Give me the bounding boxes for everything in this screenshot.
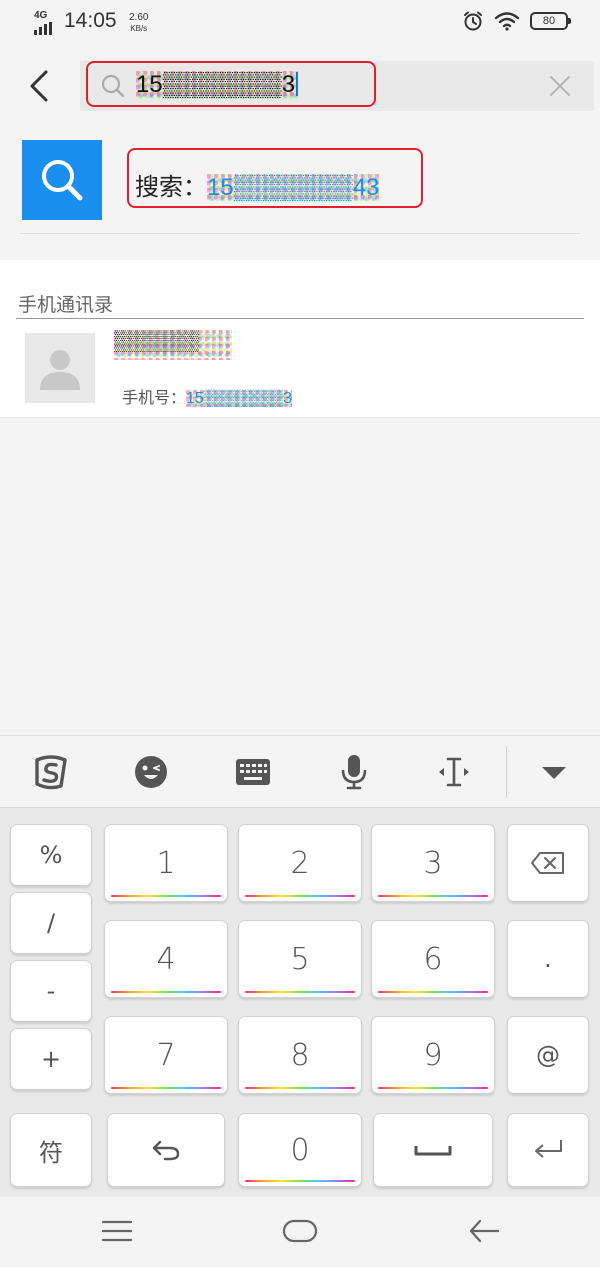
avatar [25, 333, 95, 403]
key-percent[interactable]: % [10, 824, 92, 886]
microphone-icon [341, 755, 367, 790]
search-suggestion-highlight [127, 148, 423, 208]
voice-input-button[interactable] [334, 752, 374, 792]
key-minus[interactable]: - [10, 960, 92, 1022]
key-9[interactable]: 9 [371, 1016, 495, 1094]
battery-icon: 80 [530, 12, 571, 30]
key-7[interactable]: 7 [104, 1016, 228, 1094]
sogou-logo-icon [35, 755, 67, 790]
toolbar-separator [506, 746, 507, 798]
emoji-icon [135, 756, 167, 788]
key-0[interactable]: 0 [238, 1113, 362, 1187]
contact-phone-label: 手机号： [122, 388, 187, 407]
collapse-keyboard-button[interactable] [534, 752, 574, 792]
key-3[interactable]: 3 [371, 824, 495, 902]
back-icon [469, 1219, 500, 1243]
system-nav-bar [0, 1197, 600, 1267]
clock: 14:05 [64, 9, 117, 32]
enter-icon [535, 1140, 562, 1158]
contact-phone-number: 15▒▒▒▒▒▒▒3 [186, 390, 293, 407]
backspace-icon [531, 852, 564, 874]
key-dot[interactable]: . [507, 920, 589, 998]
undo-icon [152, 1140, 180, 1161]
home-button[interactable] [280, 1213, 320, 1249]
speed-value: 2.60 [129, 12, 149, 23]
key-8[interactable]: 8 [238, 1016, 362, 1094]
alarm-icon [464, 11, 482, 31]
space-icon [414, 1146, 452, 1156]
speed-unit: KB/s [130, 24, 148, 33]
contact-name: ▒▒▒▒▒▒ [114, 330, 232, 360]
keyboard-icon [236, 759, 270, 785]
search-input-highlight [86, 61, 376, 107]
space-key[interactable] [373, 1113, 493, 1187]
keyboard-toolbar [0, 735, 600, 807]
menu-button[interactable] [97, 1213, 137, 1249]
sogou-logo-button[interactable] [31, 752, 71, 792]
key-2[interactable]: 2 [238, 824, 362, 902]
status-bar: 4G 14:05 2.60 KB/s 80 [0, 0, 600, 46]
menu-icon [101, 1220, 133, 1242]
key-1[interactable]: 1 [104, 824, 228, 902]
status-icons: 80 [462, 10, 571, 32]
symbols-key[interactable]: 符 [10, 1113, 92, 1187]
cursor-move-button[interactable] [434, 752, 474, 792]
key-6[interactable]: 6 [371, 920, 495, 998]
key-4[interactable]: 4 [104, 920, 228, 998]
search-suggestion-icon-tile [22, 140, 102, 220]
key-5[interactable]: 5 [238, 920, 362, 998]
wifi-icon [494, 12, 520, 31]
cursor-move-icon [439, 757, 469, 787]
undo-key[interactable] [107, 1113, 225, 1187]
back-arrow-icon [30, 70, 48, 102]
collapse-icon [542, 767, 566, 779]
network-speed: 2.60 KB/s [129, 12, 148, 34]
person-icon [40, 350, 80, 390]
clear-icon[interactable] [548, 74, 572, 98]
keyboard-switch-button[interactable] [233, 752, 273, 792]
key-plus[interactable]: + [10, 1028, 92, 1090]
key-at[interactable]: @ [507, 1016, 589, 1094]
enter-key[interactable] [507, 1113, 589, 1187]
emoji-button[interactable] [131, 752, 171, 792]
nav-back-button[interactable] [464, 1213, 504, 1249]
key-slash[interactable]: / [10, 892, 92, 954]
contact-phone: 手机号：15▒▒▒▒▒▒▒3 [122, 384, 293, 408]
signal-icon: 4G [34, 10, 58, 35]
backspace-key[interactable] [507, 824, 589, 902]
numeric-keyboard: % / - + 1 2 3 4 5 6 7 8 9 . @ 符 0 [0, 807, 600, 1197]
back-button[interactable] [22, 66, 62, 106]
divider [16, 318, 584, 319]
section-title: 手机通讯录 [18, 294, 114, 316]
network-type: 4G [34, 10, 48, 21]
divider [20, 233, 580, 234]
contacts-section: 手机通讯录 ▒▒▒▒▒▒ 手机号：15▒▒▒▒▒▒▒3 [0, 260, 600, 418]
search-icon [42, 160, 83, 201]
home-icon [282, 1219, 318, 1243]
